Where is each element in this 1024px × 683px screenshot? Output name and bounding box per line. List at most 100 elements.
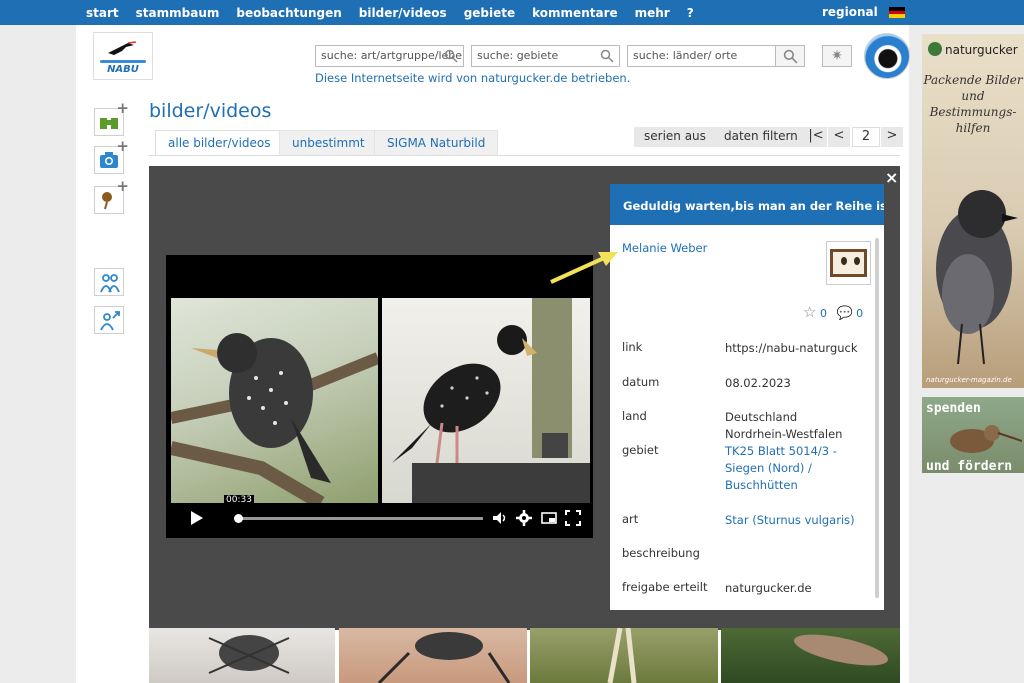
star-icon[interactable]: ☆: [803, 303, 816, 321]
close-icon[interactable]: ×: [885, 168, 898, 187]
date-value: 08.02.2023: [725, 376, 791, 390]
description-label: beschreibung: [622, 546, 700, 560]
video-progress-track[interactable]: [238, 517, 483, 520]
add-observation-button[interactable]: +: [94, 99, 129, 136]
nav-start[interactable]: start: [86, 6, 119, 20]
fullscreen-icon[interactable]: [565, 510, 581, 526]
search-species-placeholder: suche: art/artgruppe/lebe: [321, 49, 463, 62]
link-label: link: [622, 340, 643, 354]
search-places-placeholder: suche: länder/ orte: [633, 49, 738, 62]
tab-all-media[interactable]: alle bilder/videos: [155, 130, 284, 155]
date-label: datum: [622, 375, 660, 389]
release-value: naturgucker.de: [725, 581, 812, 595]
nav-regional[interactable]: regional: [822, 5, 878, 19]
author-avatar[interactable]: [826, 241, 871, 285]
species-value[interactable]: Star (Sturnus vulgaris): [725, 512, 860, 529]
series-toggle-button[interactable]: serien aus: [634, 127, 716, 147]
area-value[interactable]: TK25 Blatt 5014/3 - Siegen (Nord) / Busc…: [725, 443, 860, 494]
nav-mehr[interactable]: mehr: [635, 6, 670, 20]
video-scrubber[interactable]: [234, 514, 243, 523]
page-number[interactable]: 2: [852, 127, 880, 147]
play-icon[interactable]: [191, 511, 203, 525]
nav-help[interactable]: ?: [687, 6, 694, 20]
author-link[interactable]: Melanie Weber: [622, 241, 707, 255]
nabu-logo[interactable]: NABU: [93, 32, 153, 80]
search-icon: [444, 49, 458, 63]
gallery-thumb-4[interactable]: [721, 628, 900, 683]
likes-count: 0: [819, 307, 827, 320]
video-time: 00:33: [224, 495, 254, 505]
video-frame-left: [171, 298, 378, 503]
country-label: land: [622, 409, 647, 423]
filter-data-button[interactable]: daten filtern: [714, 127, 808, 147]
snipe-bird-illustration: [950, 425, 1022, 453]
top-nav-bar: start stammbaum beobachtungen bilder/vid…: [0, 0, 1024, 25]
species-label: art: [622, 512, 639, 526]
picture-in-picture-icon[interactable]: [541, 510, 557, 526]
user-profile-button[interactable]: [94, 306, 124, 334]
search-areas-placeholder: suche: gebiete: [477, 49, 559, 62]
search-areas-input[interactable]: suche: gebiete: [471, 45, 620, 67]
naturgucker-logo-icon: [928, 42, 942, 56]
search-button[interactable]: [775, 45, 805, 67]
plus-icon: +: [116, 177, 129, 195]
country-value: Deutschland Nordrhein-Westfalen: [725, 410, 843, 441]
highlight-arrow: [550, 252, 618, 284]
volume-icon[interactable]: [492, 510, 508, 526]
tab-sigma-naturbild[interactable]: SIGMA Naturbild: [374, 130, 499, 155]
ad-brand-text: naturgucker: [945, 43, 1018, 57]
plus-icon: +: [116, 99, 129, 117]
page-title: bilder/videos: [149, 100, 272, 122]
gallery-thumb-3[interactable]: [530, 628, 718, 683]
settings-button[interactable]: ✷: [822, 45, 852, 67]
logo-wave: [100, 60, 146, 63]
donate-ad[interactable]: spenden und fördern: [922, 397, 1024, 473]
nav-kommentare[interactable]: kommentare: [532, 6, 617, 20]
settings-icon[interactable]: [516, 510, 532, 526]
release-label: freigabe erteilt: [622, 580, 708, 594]
main-nav: start stammbaum beobachtungen bilder/vid…: [86, 0, 711, 25]
gear-icon: ✷: [831, 48, 843, 64]
add-sound-button[interactable]: +: [94, 177, 129, 214]
first-page-button[interactable]: |<: [805, 127, 827, 147]
stork-icon: [108, 41, 136, 55]
operator-notice[interactable]: Diese Internetseite wird von naturgucker…: [315, 71, 630, 85]
tab-unidentified[interactable]: unbestimmt: [279, 130, 378, 155]
comments-count: 0: [856, 307, 864, 320]
ad-brand: naturgucker: [928, 42, 1018, 57]
prev-page-button[interactable]: <: [828, 127, 850, 147]
magazine-ad[interactable]: naturgucker Packende Bilder und Bestimmu…: [922, 34, 1024, 388]
nav-gebiete[interactable]: gebiete: [464, 6, 515, 20]
donate-text-2: und fördern: [926, 459, 1013, 473]
redstart-bird-illustration: [936, 190, 1018, 365]
nav-bilder-videos[interactable]: bilder/videos: [359, 6, 447, 20]
plus-icon: +: [116, 137, 129, 155]
nav-beobachtungen[interactable]: beobachtungen: [236, 6, 341, 20]
info-scrollbar[interactable]: [875, 238, 879, 598]
area-label: gebiet: [622, 443, 659, 457]
video-frame-right: [382, 298, 590, 503]
naturgucker-eye-logo[interactable]: [864, 33, 910, 79]
search-species-input[interactable]: suche: art/artgruppe/lebe: [315, 45, 464, 67]
rating-row: ☆ 0 💬 0: [803, 303, 863, 321]
community-button[interactable]: [94, 268, 124, 296]
comment-icon[interactable]: 💬: [836, 306, 852, 321]
media-title: Geduldig warten,bis man an der Reihe ist…: [610, 184, 884, 225]
link-value[interactable]: https://nabu-naturguck: [725, 340, 860, 357]
german-flag-icon[interactable]: [889, 7, 905, 18]
nav-stammbaum[interactable]: stammbaum: [136, 6, 220, 20]
add-photo-button[interactable]: +: [94, 137, 129, 174]
next-page-button[interactable]: >: [881, 127, 903, 147]
people-icon: [100, 274, 120, 293]
user-arrow-icon: [100, 311, 120, 331]
ad-claim: Packende Bilder und Bestimmungs-hilfen: [923, 73, 1023, 135]
search-places-input[interactable]: suche: länder/ orte: [627, 45, 776, 67]
gallery-thumb-2[interactable]: [339, 628, 527, 683]
ad-url: naturgucker-magazin.de: [926, 376, 1012, 384]
search-icon: [600, 49, 614, 63]
tabs-divider: [149, 155, 900, 156]
gallery-thumb-1[interactable]: [149, 628, 335, 683]
logo-text: NABU: [107, 64, 139, 75]
search-icon: [783, 49, 798, 64]
donate-text-1: spenden: [926, 401, 981, 416]
